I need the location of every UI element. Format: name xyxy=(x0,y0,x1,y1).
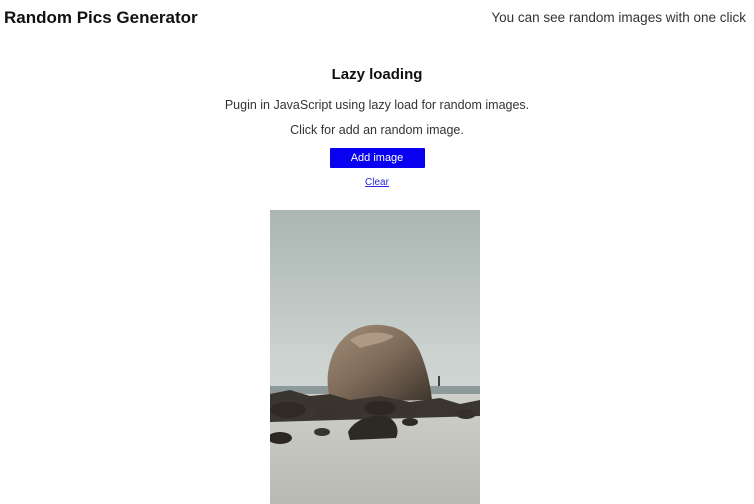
clear-link[interactable]: Clear xyxy=(365,177,389,188)
rock-beach-photo xyxy=(270,210,480,504)
main-content: Lazy loading Pugin in JavaScript using l… xyxy=(0,60,754,189)
page-header: Random Pics Generator You can see random… xyxy=(0,0,754,38)
section-description: Pugin in JavaScript using lazy load for … xyxy=(224,98,530,112)
add-image-button[interactable]: Add image xyxy=(329,148,425,168)
section-title: Lazy loading xyxy=(331,66,423,83)
header-tagline: You can see random images with one click xyxy=(491,10,746,25)
random-image xyxy=(270,210,480,504)
brand-title: Random Pics Generator xyxy=(4,8,198,27)
section-hint: Click for add an random image. xyxy=(290,123,464,137)
